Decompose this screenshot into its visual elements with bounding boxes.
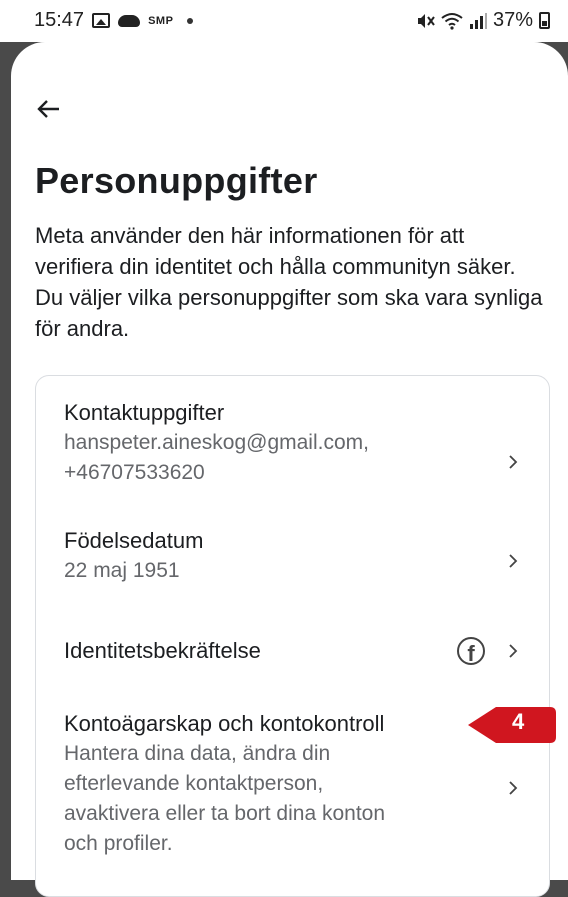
page-title: Personuppgifter	[35, 160, 318, 201]
annotation-number: 4	[512, 709, 525, 734]
signal-icon	[469, 12, 487, 29]
row-contact-info[interactable]: Kontaktuppgifter hanspeter.aineskog@gmai…	[64, 398, 529, 498]
chevron-right-icon	[505, 450, 521, 474]
chevron-right-icon	[505, 639, 521, 663]
row-birthdate[interactable]: Födelsedatum 22 maj 1951	[64, 526, 529, 596]
row-value: avaktivera eller ta bort dina konton	[64, 802, 386, 825]
row-value: hanspeter.aineskog@gmail.com,	[64, 431, 369, 454]
page-description: Meta använder den här informationen för …	[35, 223, 543, 341]
carrier-label: SMP	[148, 14, 174, 27]
status-right: 37%	[415, 9, 550, 32]
arrow-left-icon	[37, 100, 59, 118]
chevron-right-icon	[505, 549, 521, 573]
back-button[interactable]	[35, 95, 63, 123]
cloud-icon	[118, 14, 141, 27]
facebook-icon: f	[457, 637, 485, 665]
chevron-right-icon	[505, 776, 521, 800]
status-left: 15:47 SMP	[34, 9, 194, 32]
row-value: Hantera dina data, ändra din	[64, 742, 331, 765]
wifi-icon	[441, 12, 463, 30]
notification-dot-icon	[187, 17, 194, 24]
row-value: +46707533620	[64, 461, 205, 484]
status-time: 15:47	[34, 9, 85, 31]
row-account-ownership[interactable]: Kontoägarskap och kontokontroll Hantera …	[64, 709, 529, 879]
row-value: och profiler.	[64, 832, 173, 855]
row-label: Födelsedatum	[64, 528, 204, 553]
status-bar: 15:47 SMP 37%	[0, 0, 568, 42]
row-identity-confirmation[interactable]: Identitetsbekräftelse f	[64, 636, 529, 672]
image-icon	[92, 13, 111, 28]
row-value: 22 maj 1951	[64, 559, 180, 582]
row-label: Kontoägarskap och kontokontroll	[64, 711, 385, 736]
battery-percent: 37%	[492, 9, 533, 31]
settings-card: Kontaktuppgifter hanspeter.aineskog@gmai…	[35, 375, 550, 897]
row-value: efterlevande kontaktperson,	[64, 772, 324, 795]
battery-icon	[539, 12, 550, 29]
row-label: Kontaktuppgifter	[64, 400, 225, 425]
mute-icon	[417, 13, 435, 28]
